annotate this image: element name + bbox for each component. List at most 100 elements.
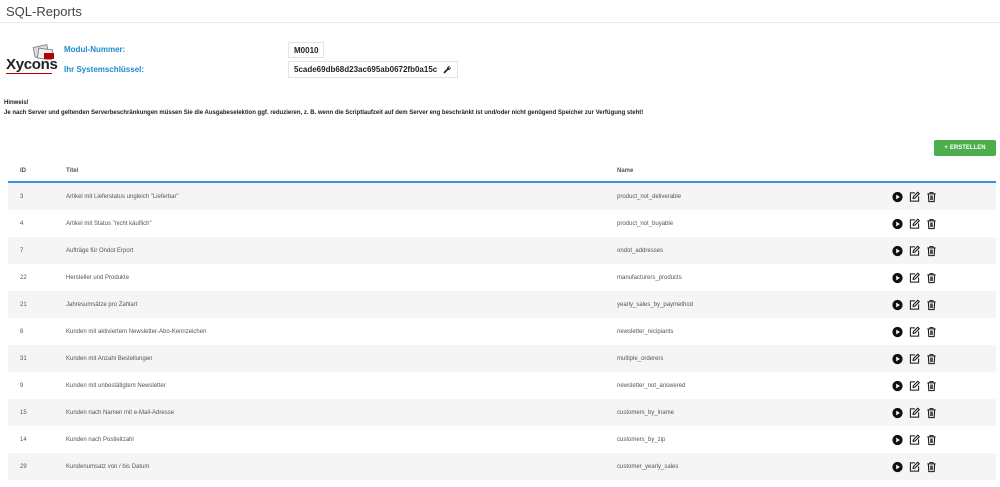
- play-icon[interactable]: [892, 434, 903, 445]
- trash-icon[interactable]: [926, 326, 937, 337]
- plus-icon: +: [944, 145, 948, 151]
- row-title: Artikel mit Lieferstatus ungleich "Liefe…: [66, 193, 179, 200]
- edit-icon[interactable]: [909, 272, 920, 283]
- play-icon[interactable]: [892, 461, 903, 472]
- edit-icon[interactable]: [909, 299, 920, 310]
- trash-icon[interactable]: [926, 461, 937, 472]
- row-title: Aufträge für Ondot Erport: [66, 247, 134, 254]
- create-button[interactable]: + ERSTELLEN: [934, 140, 996, 156]
- play-icon[interactable]: [892, 380, 903, 391]
- play-icon[interactable]: [892, 353, 903, 364]
- row-actions: [892, 245, 937, 256]
- table-row: 31 Kunden mit Anzahl Bestellungen multiple…: [8, 345, 996, 372]
- row-id: 14: [20, 436, 27, 443]
- table-row: 3 Artikel mit Lieferstatus ungleich "Lief…: [8, 183, 996, 210]
- create-button-label: ERSTELLEN: [949, 145, 986, 151]
- logo-underline: [6, 73, 52, 74]
- play-icon[interactable]: [892, 191, 903, 202]
- row-name: newsletter_not_answered: [617, 382, 686, 389]
- edit-icon[interactable]: [909, 461, 920, 472]
- play-icon[interactable]: [892, 299, 903, 310]
- row-title: Jahresumsätze pro Zahlart: [66, 301, 138, 308]
- edit-icon[interactable]: [909, 407, 920, 418]
- row-actions: [892, 326, 937, 337]
- row-id: 22: [20, 274, 27, 281]
- table-row: 29 Kundenumsatz von / bis Datum customer_y…: [8, 453, 996, 480]
- row-title: Hersteller und Produkte: [66, 274, 130, 281]
- row-id: 15: [20, 409, 27, 416]
- row-id: 4: [20, 220, 24, 227]
- edit-icon[interactable]: [909, 380, 920, 391]
- table-row: 7 Aufträge für Ondot Erport ondot_addresse…: [8, 237, 996, 264]
- row-name: customer_yearly_sales: [617, 463, 679, 470]
- row-name: product_not_deliverable: [617, 193, 682, 200]
- page-title: SQL-Reports: [6, 4, 82, 19]
- table-body: 3 Artikel mit Lieferstatus ungleich "Lief…: [8, 183, 996, 480]
- trash-icon[interactable]: [926, 218, 937, 229]
- play-icon[interactable]: [892, 407, 903, 418]
- row-name: product_not_buyable: [617, 220, 674, 227]
- edit-icon[interactable]: [909, 191, 920, 202]
- table-row: 4 Artikel mit Status "nicht käuflich" prod…: [8, 210, 996, 237]
- edit-icon[interactable]: [909, 245, 920, 256]
- row-name: multiple_orderers: [617, 355, 664, 362]
- play-icon[interactable]: [892, 218, 903, 229]
- trash-icon[interactable]: [926, 380, 937, 391]
- row-actions: [892, 272, 937, 283]
- row-title: Kunden nach Namen mit e-Mail-Adresse: [66, 409, 175, 416]
- table-row: 15 Kunden nach Namen mit e-Mail-Adresse cu…: [8, 399, 996, 426]
- hint-text: Je nach Server und geltenden Serverbesch…: [4, 110, 644, 116]
- reports-table: ID Titel Name 3 Artikel mit Lieferstatus …: [8, 161, 996, 480]
- column-header-id[interactable]: ID: [20, 168, 26, 174]
- system-key-field: 5cade69db68d23ac695ab0672fb0a15c: [288, 61, 459, 78]
- trash-icon[interactable]: [926, 245, 937, 256]
- row-title: Kundenumsatz von / bis Datum: [66, 463, 150, 470]
- column-header-title[interactable]: Titel: [66, 168, 78, 174]
- trash-icon[interactable]: [926, 191, 937, 202]
- trash-icon[interactable]: [926, 353, 937, 364]
- trash-icon[interactable]: [926, 299, 937, 310]
- edit-icon[interactable]: [909, 434, 920, 445]
- edit-icon[interactable]: [909, 218, 920, 229]
- row-name: ondot_addresses: [617, 247, 664, 254]
- column-header-name[interactable]: Name: [617, 168, 633, 174]
- table-row: 14 Kunden nach Postleitzahl customers_by_z…: [8, 426, 996, 453]
- row-id: 3: [20, 193, 24, 200]
- row-id: 29: [20, 463, 27, 470]
- system-key-label: Ihr Systemschlüssel:: [64, 65, 145, 74]
- row-actions: [892, 407, 937, 418]
- trash-icon[interactable]: [926, 434, 937, 445]
- row-name: customers_by_zip: [617, 436, 666, 443]
- row-actions: [892, 353, 937, 364]
- trash-icon[interactable]: [926, 407, 937, 418]
- play-icon[interactable]: [892, 245, 903, 256]
- play-icon[interactable]: [892, 326, 903, 337]
- table-row: 8 Kunden mit aktiviertem Newsletter-Abo-K…: [8, 318, 996, 345]
- wrench-icon[interactable]: [443, 65, 452, 74]
- edit-icon[interactable]: [909, 353, 920, 364]
- row-name: customers_by_lname: [617, 409, 675, 416]
- module-number-value: M0010: [288, 42, 325, 58]
- row-name: newsletter_recipiants: [617, 328, 674, 335]
- row-actions: [892, 299, 937, 310]
- table-row: 21 Jahresumsätze pro Zahlart yearly_sales_…: [8, 291, 996, 318]
- row-id: 9: [20, 382, 24, 389]
- row-actions: [892, 380, 937, 391]
- title-divider: [0, 22, 1000, 23]
- hint-title: Hinweis!: [4, 100, 29, 106]
- row-title: Kunden nach Postleitzahl: [66, 436, 134, 443]
- edit-icon[interactable]: [909, 326, 920, 337]
- hint-box: Hinweis! Je nach Server und geltenden Se…: [4, 98, 643, 118]
- system-key-text: 5cade69db68d23ac695ab0672fb0a15c: [294, 65, 438, 74]
- row-actions: [892, 434, 937, 445]
- row-name: manufacturers_products: [617, 274, 682, 281]
- row-id: 8: [20, 328, 24, 335]
- trash-icon[interactable]: [926, 272, 937, 283]
- row-actions: [892, 461, 937, 472]
- module-number-label: Modul-Nummer:: [64, 45, 126, 54]
- row-title: Kunden mit aktiviertem Newsletter-Abo-Ke…: [66, 328, 207, 335]
- logo-text: Xycons: [6, 56, 58, 73]
- table-row: 9 Kunden mit unbestätigtem Newsletter news…: [8, 372, 996, 399]
- row-title: Artikel mit Status "nicht käuflich": [66, 220, 152, 227]
- play-icon[interactable]: [892, 272, 903, 283]
